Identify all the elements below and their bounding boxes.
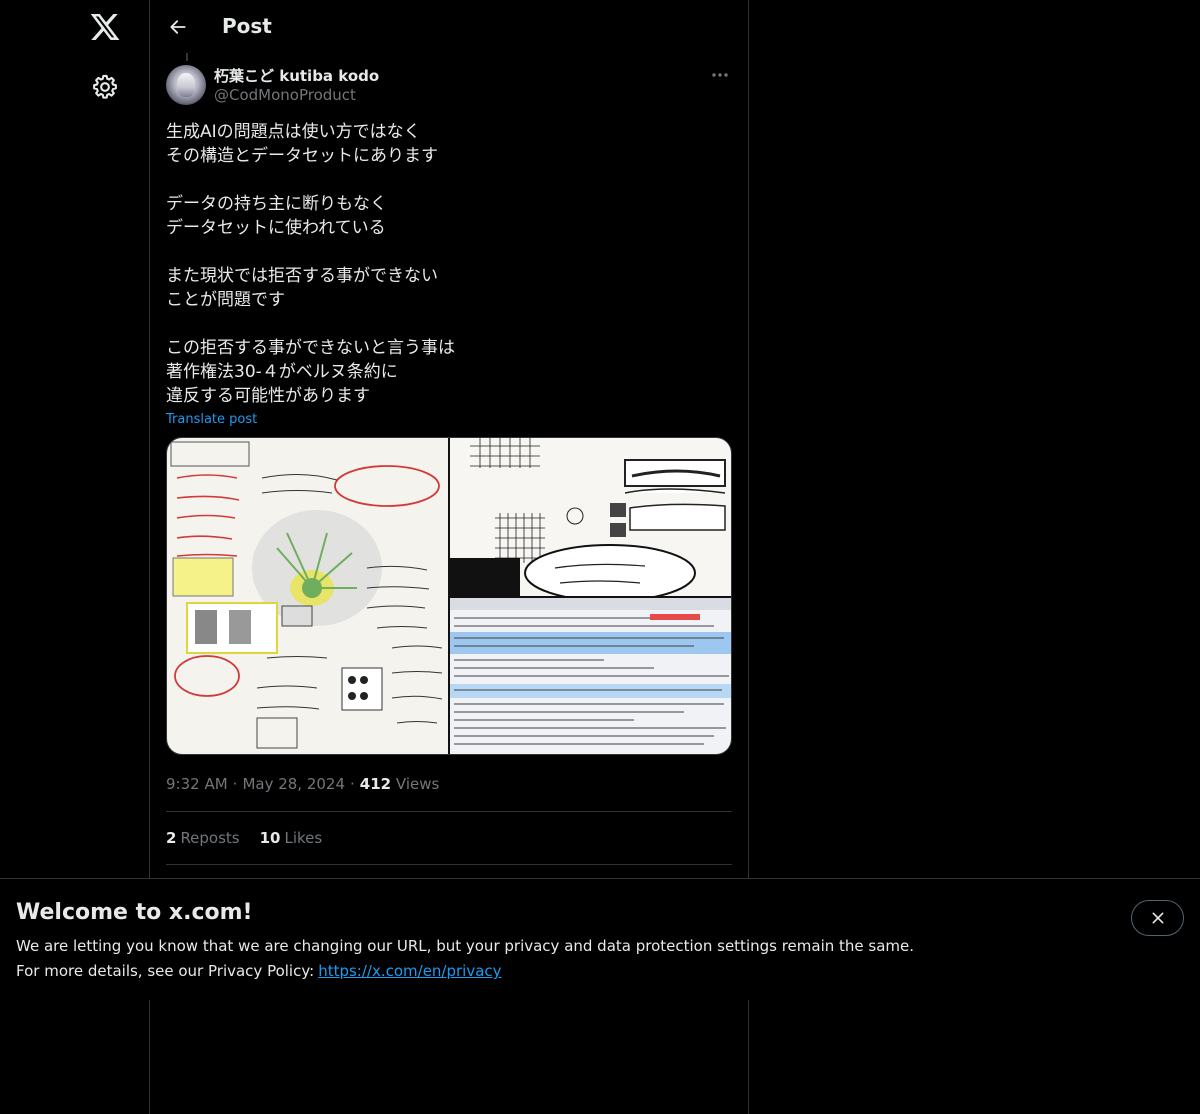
likes-count: 10: [259, 829, 281, 847]
post-article: 朽葉こど kutiba kodo @CodMonoProduct 生成AIの問題…: [166, 64, 732, 865]
author-handle[interactable]: @CodMonoProduct: [214, 86, 356, 104]
gear-icon[interactable]: [91, 73, 119, 101]
likes-label: Likes: [284, 829, 323, 847]
reposts-count: 2: [166, 829, 177, 847]
x-logo-icon[interactable]: [89, 11, 121, 43]
author-row: 朽葉こど kutiba kodo @CodMonoProduct: [166, 64, 732, 108]
post-media-grid: [166, 437, 732, 755]
post-image-3[interactable]: [450, 598, 732, 755]
post-image-2[interactable]: [450, 438, 732, 596]
welcome-banner: Welcome to x.com! We are letting you kno…: [0, 878, 1200, 1000]
meta-separator: ·: [350, 775, 355, 793]
post-meta-row: 9:32 AM · May 28, 2024 · 412 Views: [166, 775, 732, 795]
page-title: Post: [222, 14, 272, 38]
banner-close-button[interactable]: [1131, 900, 1184, 936]
more-options-button[interactable]: [708, 66, 732, 84]
back-button[interactable]: [164, 13, 192, 41]
banner-title: Welcome to x.com!: [16, 900, 253, 925]
close-icon: [1152, 912, 1163, 924]
post-text: 生成AIの問題点は使い方ではなく その構造とデータセットにあります データの持ち…: [166, 122, 455, 406]
thread-connector-line: [186, 53, 188, 61]
views-count: 412: [359, 775, 392, 793]
engagement-stats: 2 Reposts 10 Likes: [166, 812, 732, 864]
page-header: Post: [150, 0, 748, 53]
post-image-1[interactable]: [167, 438, 448, 755]
post-time[interactable]: 9:32 AM: [166, 775, 228, 793]
more-dots-icon: [712, 73, 728, 77]
likes-stat[interactable]: 10 Likes: [260, 829, 323, 847]
avatar-figure: [177, 73, 195, 97]
banner-message: We are letting you know that we are chan…: [16, 937, 915, 955]
post-date[interactable]: May 28, 2024: [242, 775, 345, 793]
privacy-policy-link[interactable]: https://x.com/en/privacy: [318, 962, 501, 980]
app-root: Post 朽葉こど kutiba kodo @CodMonoProduct 生成…: [0, 0, 1200, 1114]
reposts-stat[interactable]: 2 Reposts: [166, 829, 240, 847]
banner-policy-text: For more details, see our Privacy Policy…: [16, 962, 315, 980]
views-label: Views: [395, 775, 440, 793]
arrow-left-icon: [170, 20, 186, 34]
divider: [166, 864, 732, 865]
author-display-name[interactable]: 朽葉こど kutiba kodo: [214, 65, 379, 86]
reposts-label: Reposts: [180, 829, 240, 847]
avatar[interactable]: [166, 65, 206, 105]
banner-policy-line: For more details, see our Privacy Policy…: [16, 962, 502, 980]
meta-separator: ·: [232, 775, 238, 793]
translate-post-link[interactable]: Translate post: [166, 412, 257, 427]
